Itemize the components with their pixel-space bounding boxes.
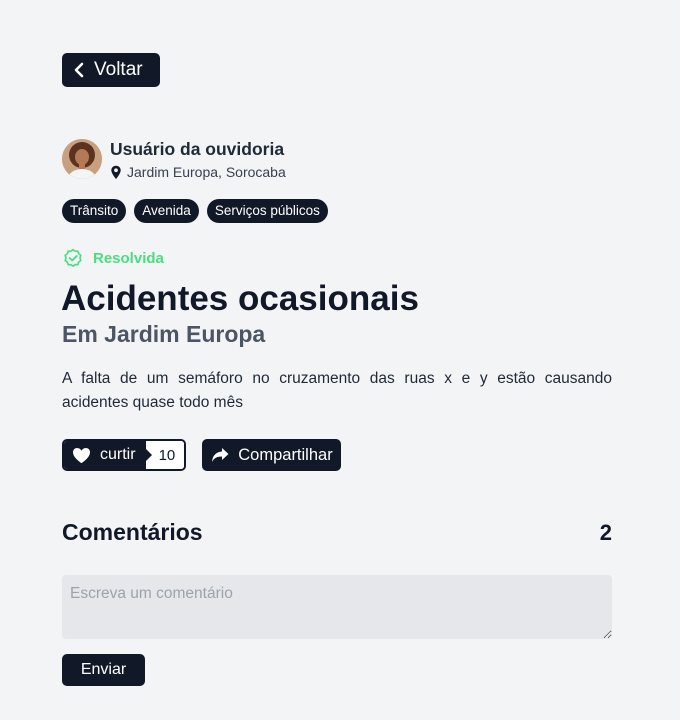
like-label: curtir [100, 446, 136, 463]
author-info: Usuário da ouvidoria Jardim Europa, Soro… [110, 139, 286, 180]
post-actions: curtir 10 Compartilhar [62, 439, 341, 471]
back-button-label: Voltar [94, 59, 143, 80]
comments-header: Comentários 2 [62, 519, 612, 546]
map-pin-icon [111, 165, 121, 179]
post-title: Acidentes ocasionais [61, 279, 419, 318]
author-name: Usuário da ouvidoria [110, 139, 285, 159]
share-icon [212, 448, 229, 462]
like-count: 10 [145, 441, 185, 469]
share-button[interactable]: Compartilhar [202, 439, 341, 471]
comments-title: Comentários [62, 519, 203, 545]
status-badge: Resolvida [63, 248, 164, 268]
status-label: Resolvida [93, 249, 164, 267]
author-block: Usuário da ouvidoria Jardim Europa, Soro… [62, 139, 286, 180]
avatar[interactable] [62, 139, 102, 179]
post-subtitle: Em Jardim Europa [62, 321, 266, 347]
like-button[interactable]: curtir 10 [62, 439, 187, 471]
complaint-detail-page: Voltar Usuário da ouvidoria Jardim Europ… [0, 0, 680, 720]
tag-list: Trânsito Avenida Serviços públicos [62, 199, 328, 223]
author-location-text: Jardim Europa, Sorocaba [127, 164, 286, 180]
post-description: A falta de um semáforo no cruzamento das… [62, 370, 612, 411]
tag-avenida[interactable]: Avenida [134, 199, 199, 223]
chevron-left-icon [74, 62, 84, 78]
comments-count: 2 [599, 519, 612, 545]
back-button[interactable]: Voltar [62, 53, 160, 87]
tag-servicos-publicos[interactable]: Serviços públicos [206, 199, 328, 223]
heart-icon [73, 447, 90, 463]
comment-input[interactable] [62, 575, 612, 639]
tag-transito[interactable]: Trânsito [62, 199, 127, 223]
avatar-image [62, 139, 102, 179]
badge-check-icon [64, 248, 82, 267]
share-label: Compartilhar [238, 445, 333, 464]
send-label: Enviar [80, 661, 127, 678]
like-main: curtir [64, 441, 146, 469]
author-location: Jardim Europa, Sorocaba [110, 164, 286, 180]
send-button[interactable]: Enviar [62, 654, 145, 686]
